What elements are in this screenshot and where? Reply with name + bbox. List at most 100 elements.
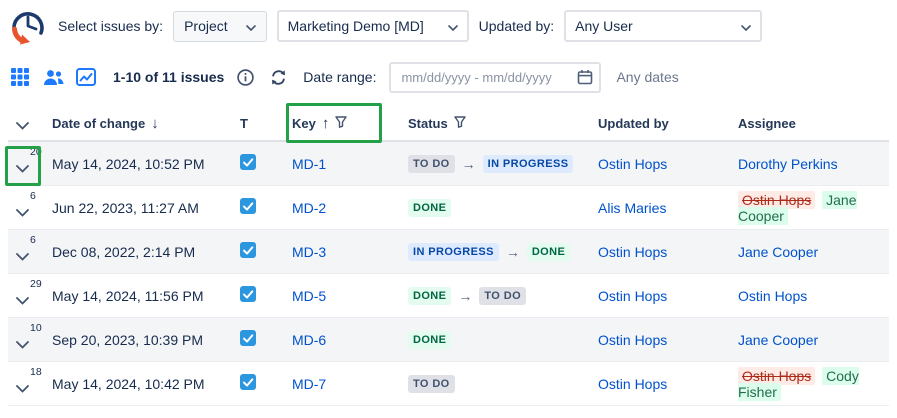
expand-cell: 6 [8, 186, 52, 229]
change-count: 18 [30, 366, 42, 378]
date-range-input[interactable] [389, 62, 601, 93]
app-logo-icon [8, 6, 48, 46]
expand-cell: 6 [8, 230, 52, 273]
topbar: Select issues by: Project Marketing Demo… [8, 5, 889, 47]
header-assignee: Assignee [738, 116, 889, 131]
type-cell [240, 286, 292, 305]
status-transition-arrow-icon: → [458, 288, 472, 304]
updated-by-link[interactable]: Ostin Hops [598, 244, 667, 260]
task-type-icon [240, 377, 256, 393]
issue-key-link[interactable]: MD-7 [292, 376, 326, 392]
toolbar: 1-10 of 11 issues Date range: [8, 60, 889, 94]
status-cell: DONE→TO DO [408, 287, 598, 305]
header-updated-by-label: Updated by [598, 116, 669, 131]
table-body: 20 May 14, 2024, 10:52 PM MD-1 TO DO→IN … [8, 142, 889, 406]
type-cell [240, 242, 292, 261]
issue-source-dropdown[interactable]: Project [173, 11, 267, 42]
type-cell [240, 330, 292, 349]
table-row: 29 May 14, 2024, 11:56 PM MD-5 DONE→TO D… [8, 274, 889, 318]
header-status: Status [408, 116, 598, 131]
status-cell: DONE [408, 199, 598, 217]
expand-chevron-icon[interactable] [16, 248, 29, 264]
refresh-icon[interactable] [266, 65, 290, 89]
date-of-change: Jun 22, 2023, 11:27 AM [52, 200, 240, 216]
sort-desc-icon[interactable]: ↓ [151, 115, 159, 132]
users-view-icon[interactable] [41, 65, 65, 89]
date-of-change: Dec 08, 2022, 2:14 PM [52, 244, 240, 260]
header-key-label: Key [292, 116, 316, 131]
header-date-of-change: Date of change ↓ [52, 115, 240, 132]
task-type-icon [240, 201, 256, 217]
user-dropdown-value: Any User [575, 18, 633, 34]
table-row: 6 Jun 22, 2023, 11:27 AM MD-2 DONE Alis … [8, 186, 889, 230]
expand-all-chevron-icon[interactable] [16, 118, 29, 133]
type-cell [240, 374, 292, 393]
issue-key-link[interactable]: MD-2 [292, 200, 326, 216]
expand-chevron-icon[interactable] [16, 160, 29, 176]
updated-by-link[interactable]: Ostin Hops [598, 156, 667, 172]
assignee-removed: Ostin Hops [738, 191, 815, 209]
task-type-icon [240, 289, 256, 305]
type-cell [240, 198, 292, 217]
expand-chevron-icon[interactable] [16, 380, 29, 396]
date-of-change: Sep 20, 2023, 10:39 PM [52, 332, 240, 348]
status-badge: DONE [408, 331, 451, 349]
assignee-removed: Ostin Hops [738, 367, 815, 385]
info-icon[interactable] [233, 65, 257, 89]
expand-chevron-icon[interactable] [16, 204, 29, 220]
project-dropdown[interactable]: Marketing Demo [MD] [277, 10, 469, 42]
status-cell: TO DO [408, 375, 598, 393]
header-key: Key ↑ [292, 115, 408, 132]
assignee-link[interactable]: Ostin Hops [738, 288, 807, 304]
expand-cell: 29 [8, 274, 52, 317]
status-badge: DONE [408, 287, 451, 305]
assignee-link[interactable]: Dorothy Perkins [738, 156, 838, 172]
table-row: 10 Sep 20, 2023, 10:39 PM MD-6 DONE Osti… [8, 318, 889, 362]
expand-chevron-icon[interactable] [16, 336, 29, 352]
expand-cell: 20 [8, 142, 52, 185]
assignee-cell: Ostin Hops Cody Fisher [738, 368, 889, 400]
chevron-down-icon [741, 18, 751, 34]
expand-chevron-icon[interactable] [16, 292, 29, 308]
task-type-icon [240, 157, 256, 173]
date-range-field [389, 62, 601, 93]
chevron-down-icon [246, 18, 256, 34]
table-view-icon[interactable] [8, 65, 32, 89]
header-expand-all [8, 106, 52, 140]
date-range-hint: Any dates [616, 69, 678, 85]
header-type: T [240, 116, 292, 131]
app-root: Select issues by: Project Marketing Demo… [0, 0, 897, 418]
updated-by-link[interactable]: Ostin Hops [598, 288, 667, 304]
status-cell: TO DO→IN PROGRESS [408, 155, 598, 173]
sort-asc-icon[interactable]: ↑ [322, 115, 330, 132]
header-assignee-label: Assignee [738, 116, 796, 131]
updated-by-link[interactable]: Ostin Hops [598, 332, 667, 348]
issue-key-link[interactable]: MD-6 [292, 332, 326, 348]
assignee-link[interactable]: Jane Cooper [738, 332, 818, 348]
change-count: 10 [30, 322, 42, 334]
task-type-icon [240, 333, 256, 349]
updated-by-label: Updated by: [479, 18, 555, 34]
issue-key-link[interactable]: MD-5 [292, 288, 326, 304]
filter-funnel-icon[interactable] [335, 116, 347, 131]
expand-cell: 18 [8, 362, 52, 405]
header-date-label: Date of change [52, 116, 145, 131]
date-range-label: Date range: [303, 69, 376, 85]
updated-by-link[interactable]: Ostin Hops [598, 376, 667, 392]
expand-cell: 10 [8, 318, 52, 361]
issue-key-link[interactable]: MD-3 [292, 244, 326, 260]
change-count: 20 [30, 146, 42, 158]
assignee-cell: Jane Cooper [738, 332, 889, 348]
date-of-change: May 14, 2024, 10:52 PM [52, 156, 240, 172]
select-issues-label: Select issues by: [58, 18, 163, 34]
chart-view-icon[interactable] [74, 65, 98, 89]
filter-funnel-icon[interactable] [454, 116, 466, 131]
status-cell: DONE [408, 331, 598, 349]
status-badge: DONE [527, 243, 570, 261]
assignee-link[interactable]: Jane Cooper [738, 244, 818, 260]
user-dropdown[interactable]: Any User [564, 10, 762, 42]
change-count: 6 [30, 190, 36, 202]
updated-by-link[interactable]: Alis Maries [598, 200, 666, 216]
calendar-icon[interactable] [577, 69, 593, 90]
issue-key-link[interactable]: MD-1 [292, 156, 326, 172]
